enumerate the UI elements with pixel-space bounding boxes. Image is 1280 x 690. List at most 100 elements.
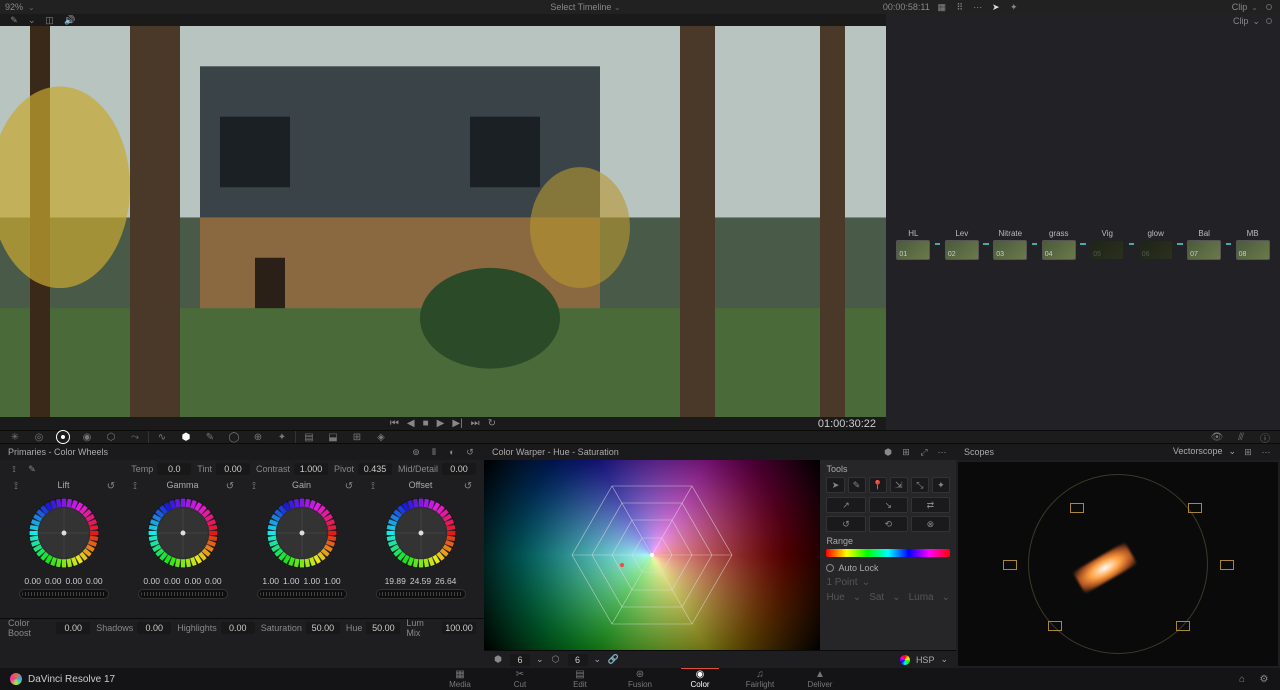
wheels-mode-icon[interactable]: ⊚ xyxy=(410,446,422,458)
wheel-reset-icon[interactable]: ⟟ xyxy=(248,480,260,492)
primaries-tab[interactable] xyxy=(56,430,70,444)
node-vig[interactable]: Vig05 xyxy=(1090,229,1125,260)
warper-canvas[interactable] xyxy=(484,460,820,650)
tool-select[interactable]: ➤ xyxy=(826,477,844,493)
hex-res-icon[interactable]: ⬢ xyxy=(492,654,504,666)
tool-reset-sel[interactable]: ⟲ xyxy=(869,516,908,532)
wheel-reset-icon[interactable]: ⟟ xyxy=(367,480,379,492)
wheel-gamma[interactable] xyxy=(142,492,224,574)
colorboost-input[interactable] xyxy=(56,622,90,634)
jog-gain[interactable] xyxy=(257,589,347,599)
reset-icon[interactable]: ↺ xyxy=(464,446,476,458)
wheel-gain[interactable] xyxy=(261,492,343,574)
qualifier-icon[interactable]: ✎ xyxy=(203,430,217,444)
chevron-down-icon[interactable]: ⌄ xyxy=(614,3,621,12)
grid-view-icon[interactable]: ⊞ xyxy=(900,446,912,458)
rgb-mixer-icon[interactable]: ⬡ xyxy=(104,430,118,444)
hdr-icon[interactable]: ◉ xyxy=(80,430,94,444)
node-fx-icon[interactable]: ✦ xyxy=(1008,1,1020,13)
tool-push[interactable]: ⤡ xyxy=(911,477,929,493)
node-grass[interactable]: grass04 xyxy=(1041,229,1076,260)
shadows-input[interactable] xyxy=(137,622,171,634)
tool-pin[interactable]: 📍 xyxy=(869,477,887,493)
hex-res-icon-2[interactable]: ⬡ xyxy=(550,654,562,666)
scope-settings-icon[interactable]: ⋯ xyxy=(1260,446,1272,458)
scope-layout-icon[interactable]: ⊞ xyxy=(1242,446,1254,458)
project-settings-icon[interactable]: ⚙ xyxy=(1258,673,1270,685)
tool-invert[interactable]: ⇄ xyxy=(911,497,950,513)
waveform-icon[interactable]: ⫻ xyxy=(1234,430,1248,444)
page-tab-media[interactable]: ▦Media xyxy=(431,668,489,690)
wheel-reset-icon[interactable]: ↺ xyxy=(343,480,355,492)
auto-balance-icon[interactable]: ⟟ xyxy=(8,463,20,475)
hue-sat-icon[interactable]: ⬢ xyxy=(882,446,894,458)
tool-pull[interactable]: ⇲ xyxy=(890,477,908,493)
tint-input[interactable] xyxy=(216,463,250,475)
lummix-input[interactable] xyxy=(442,622,476,634)
picker-wb-icon[interactable]: ✎ xyxy=(26,463,38,475)
tool-decrease[interactable]: ↘ xyxy=(869,497,908,513)
link-icon[interactable]: 🔗 xyxy=(607,654,619,666)
node-editor[interactable]: Clip ⌄ HL01Lev02Nitrate03grass04Vig05glo… xyxy=(886,14,1280,430)
page-tab-edit[interactable]: ▤Edit xyxy=(551,668,609,690)
node-glow[interactable]: glow06 xyxy=(1138,229,1173,260)
picker-icon[interactable]: ✎ xyxy=(8,14,20,26)
wheel-reset-icon[interactable]: ↺ xyxy=(462,480,474,492)
clip-scope-dropdown[interactable]: Clip ⌄ xyxy=(1233,16,1260,27)
node-nitrate[interactable]: Nitrate03 xyxy=(993,229,1028,260)
goto-end-icon[interactable]: ⏭ xyxy=(471,418,480,429)
tool-center[interactable]: ✦ xyxy=(932,477,950,493)
magic-icon[interactable]: ✦ xyxy=(275,430,289,444)
highlights-input[interactable] xyxy=(221,622,255,634)
speaker-icon[interactable]: 🔊 xyxy=(64,14,76,26)
contrast-input[interactable] xyxy=(294,463,328,475)
pivot-input[interactable] xyxy=(358,463,392,475)
page-tab-color[interactable]: ◉Color xyxy=(671,668,729,690)
wheel-lift[interactable] xyxy=(23,492,105,574)
warper-tab[interactable]: ⬢ xyxy=(179,430,193,444)
eye-icon[interactable]: 👁 xyxy=(1210,430,1224,444)
key-icon[interactable]: ⬓ xyxy=(326,430,340,444)
markers-icon[interactable]: ⠿ xyxy=(954,1,966,13)
camera-raw-icon[interactable]: ✳ xyxy=(8,430,22,444)
page-tab-fusion[interactable]: ⊛Fusion xyxy=(611,668,669,690)
step-back-icon[interactable]: ◀ xyxy=(407,418,415,429)
sizing-icon[interactable]: ⊞ xyxy=(350,430,364,444)
tool-draw[interactable]: ✎ xyxy=(848,477,866,493)
page-tab-fairlight[interactable]: ♫Fairlight xyxy=(731,668,789,690)
expand-icon[interactable]: ⤢ xyxy=(918,446,930,458)
node-hl[interactable]: HL01 xyxy=(896,229,931,260)
vectorscope[interactable] xyxy=(958,462,1278,666)
autolock-radio[interactable] xyxy=(826,564,834,572)
hue-input[interactable] xyxy=(366,622,400,634)
motion-icon[interactable]: ⤳ xyxy=(128,430,142,444)
viewer[interactable] xyxy=(0,26,886,417)
saturation-input[interactable] xyxy=(306,622,340,634)
window-icon[interactable]: ◯ xyxy=(227,430,241,444)
jog-lift[interactable] xyxy=(19,589,109,599)
tool-smooth[interactable]: ↺ xyxy=(826,516,865,532)
page-tab-cut[interactable]: ✂Cut xyxy=(491,668,549,690)
jog-offset[interactable] xyxy=(376,589,466,599)
tracker-icon[interactable]: ⊕ xyxy=(251,430,265,444)
clip-dropdown[interactable]: Clip⌄ xyxy=(1232,2,1272,12)
loop-icon[interactable]: ↻ xyxy=(488,418,496,429)
stop-icon[interactable]: ■ xyxy=(423,418,429,429)
3d-icon[interactable]: ◈ xyxy=(374,430,388,444)
grid-b[interactable] xyxy=(568,654,588,666)
scope-mode-dropdown[interactable]: Vectorscope xyxy=(1173,446,1223,458)
zoom-level[interactable]: 92% xyxy=(8,1,20,13)
grid-icon[interactable]: ▦ xyxy=(936,1,948,13)
wheel-reset-icon[interactable]: ⟟ xyxy=(10,480,22,492)
log-mode-icon[interactable]: ◐ xyxy=(446,446,458,458)
play-icon[interactable]: ▶ xyxy=(437,418,445,429)
chevron-down-icon[interactable]: ⌄ xyxy=(28,3,35,12)
more-icon[interactable]: ⋯ xyxy=(936,446,948,458)
wheel-reset-icon[interactable]: ⟟ xyxy=(129,480,141,492)
timeline-title[interactable]: Select Timeline xyxy=(550,2,611,12)
wheel-reset-icon[interactable]: ↺ xyxy=(224,480,236,492)
goto-start-icon[interactable]: ⏮ xyxy=(390,418,399,429)
node-mb[interactable]: MB08 xyxy=(1235,229,1270,260)
more-icon[interactable]: ⋯ xyxy=(972,1,984,13)
pointer-icon[interactable]: ➤ xyxy=(990,1,1002,13)
